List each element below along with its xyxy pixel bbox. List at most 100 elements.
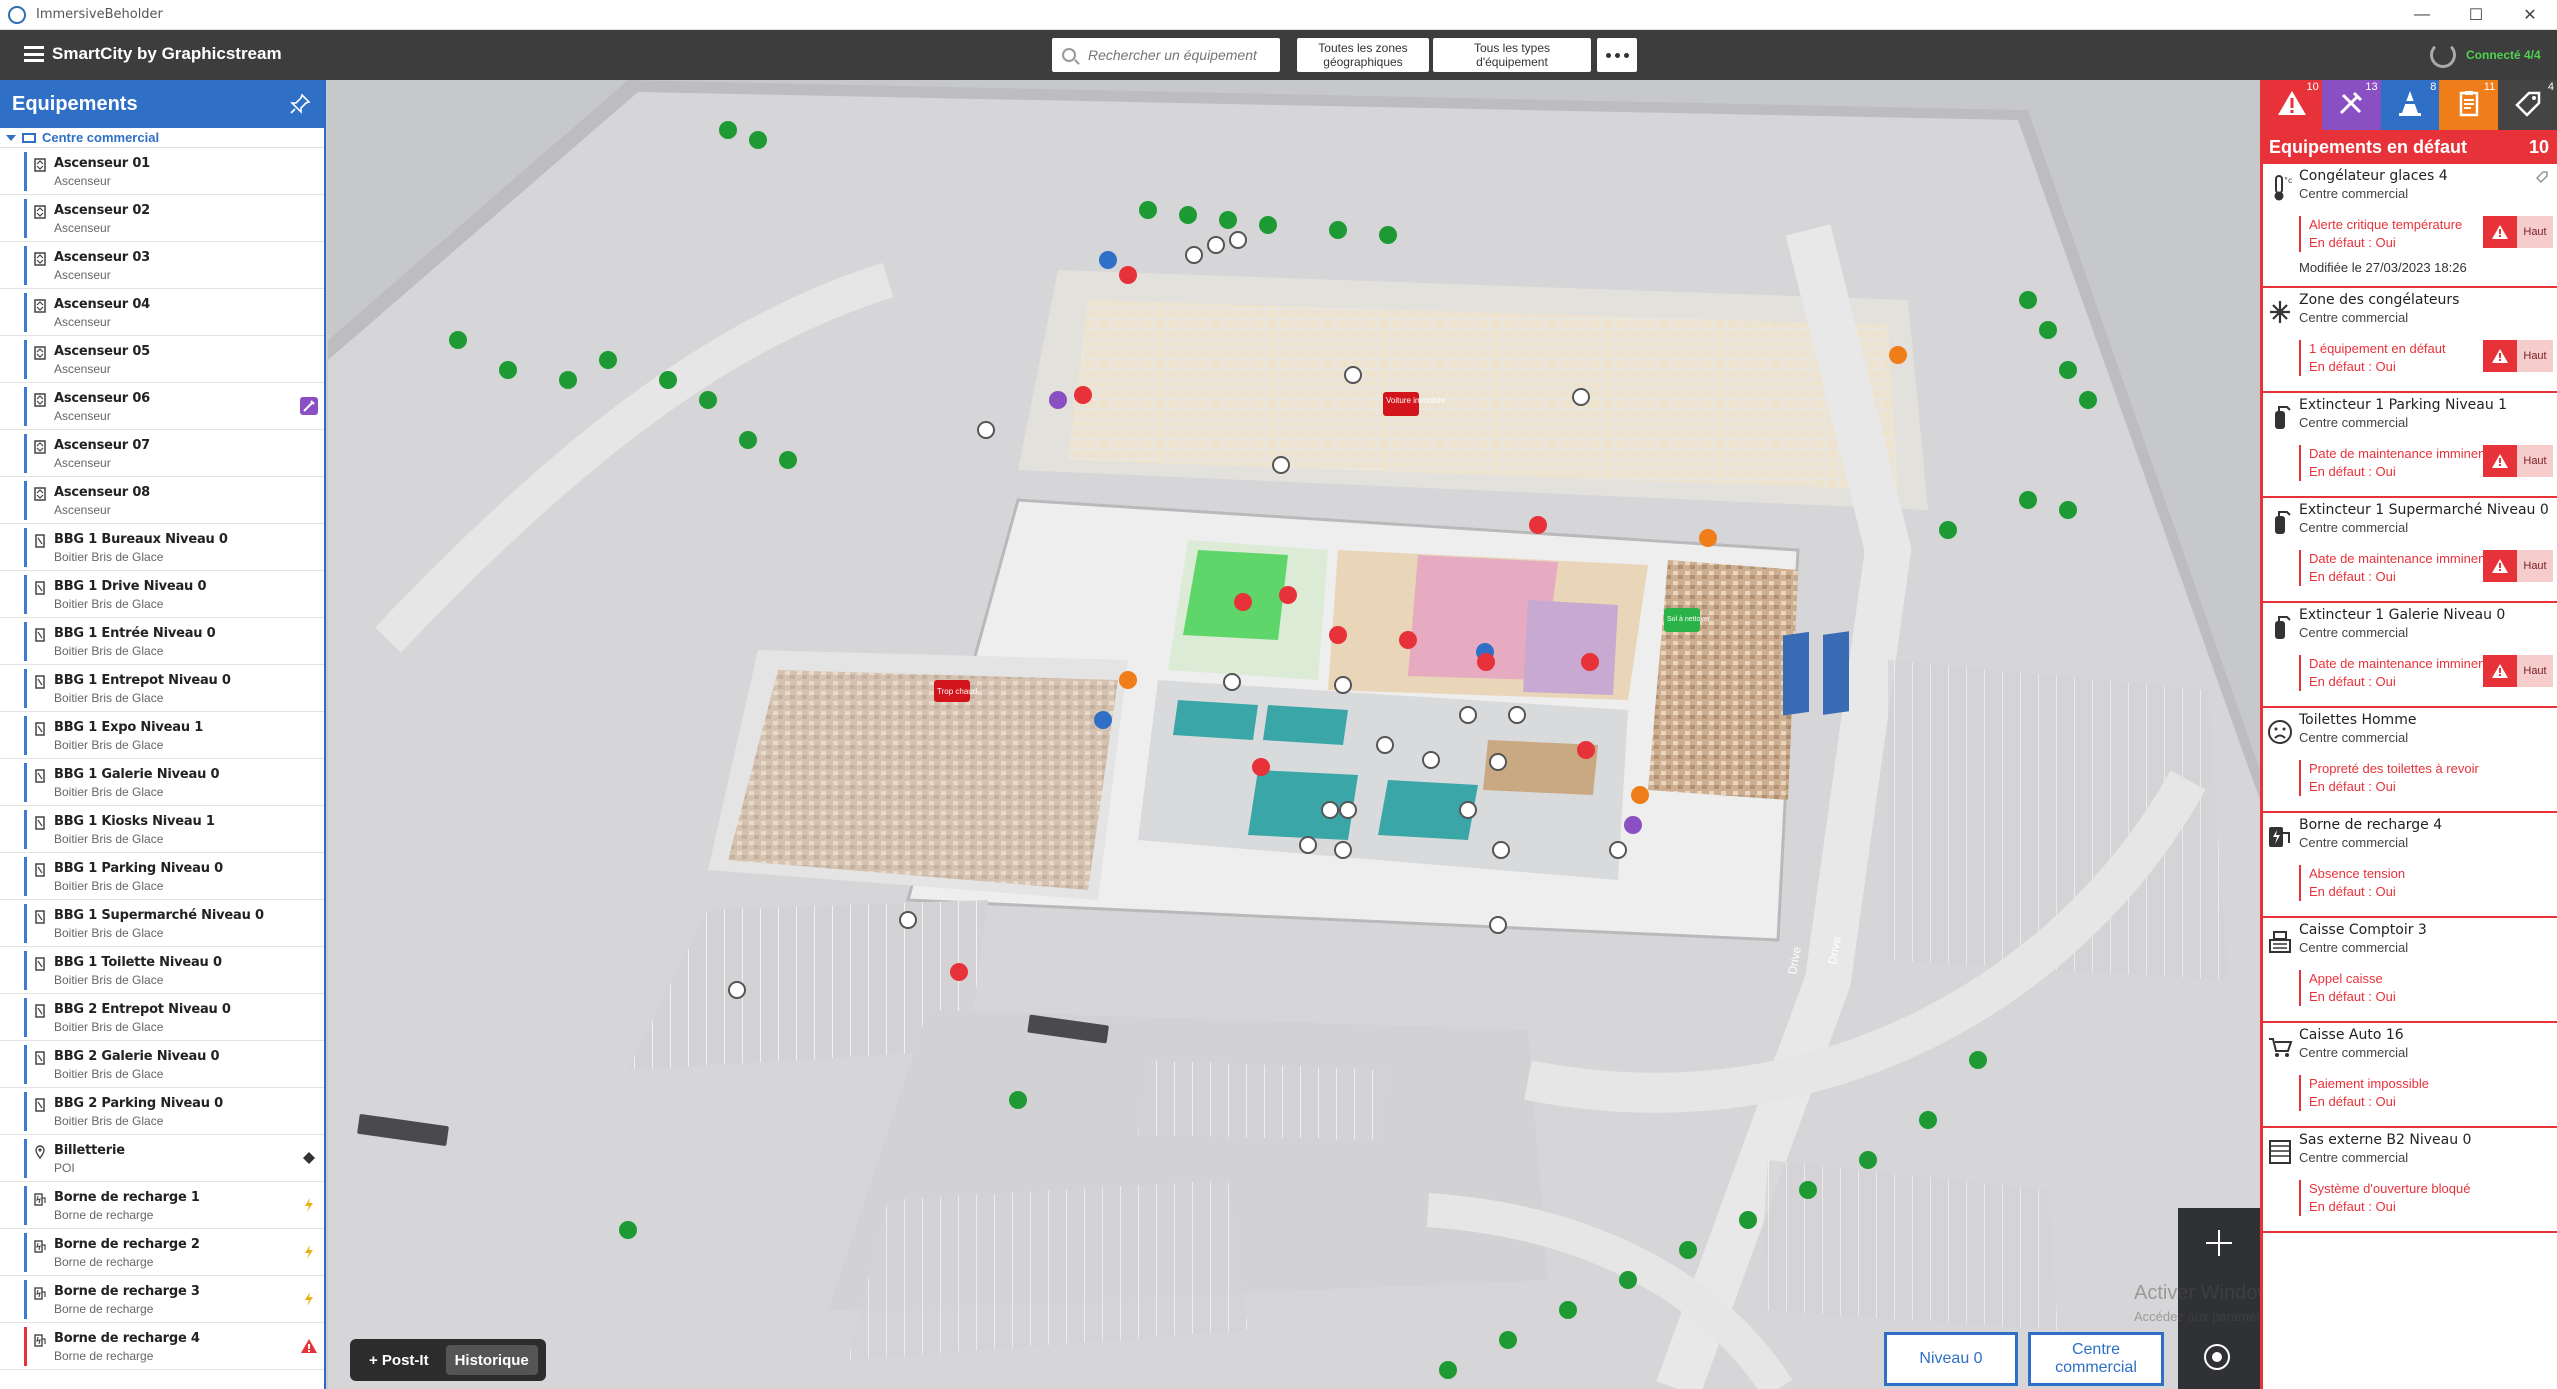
equipment-name: BBG 1 Expo Niveau 1	[54, 720, 204, 735]
equipment-name: Borne de recharge 3	[54, 1284, 200, 1299]
alert-item[interactable]: Caisse Auto 16 Centre commercial Paiement …	[2263, 1023, 2557, 1128]
status-bar	[24, 810, 27, 849]
cone-icon	[2395, 89, 2425, 122]
alert-item[interactable]: Extincteur 1 Galerie Niveau 0 Centre comm…	[2263, 603, 2557, 708]
equipment-list-item[interactable]: Ascenseur 07 Ascenseur	[0, 430, 324, 477]
equipment-type: Boitier Bris de Glace	[54, 926, 164, 940]
types-filter-label-2: d'équipement	[1476, 55, 1548, 69]
equipment-list-item[interactable]: Ascenseur 04 Ascenseur	[0, 289, 324, 336]
equipment-list-item[interactable]: Borne de recharge 1 Borne de recharge	[0, 1182, 324, 1229]
tab-tag[interactable]: 4	[2498, 80, 2557, 130]
maximize-button[interactable]: ☐	[2449, 0, 2503, 30]
equipment-list-item[interactable]: Ascenseur 08 Ascenseur	[0, 477, 324, 524]
search-box[interactable]	[1052, 38, 1280, 72]
alert-item[interactable]: Sas externe B2 Niveau 0 Centre commercial…	[2263, 1128, 2557, 1233]
equipment-list-item[interactable]: Ascenseur 05 Ascenseur	[0, 336, 324, 383]
equipment-list-item[interactable]: BBG 2 Parking Niveau 0 Boitier Bris de Gl…	[0, 1088, 324, 1135]
bolt-icon[interactable]	[300, 1290, 318, 1308]
recenter-icon[interactable]	[2204, 1344, 2230, 1370]
zone-label-2: commercial	[2055, 1359, 2137, 1376]
status-bar	[24, 246, 27, 285]
map-3d-view[interactable]: Drive Drive Voiture immobile Trop chaud …	[328, 80, 2260, 1389]
equipment-list-item[interactable]: Ascenseur 02 Ascenseur	[0, 195, 324, 242]
equipment-list-item[interactable]: BBG 1 Expo Niveau 1 Boitier Bris de Glace	[0, 712, 324, 759]
ticket-icon[interactable]	[300, 1149, 318, 1167]
equipment-type: Boitier Bris de Glace	[54, 1067, 164, 1081]
status-bar	[24, 387, 27, 426]
tool-icon[interactable]	[300, 397, 318, 415]
zones-filter-label-1: Toutes les zones	[1318, 41, 1408, 55]
equipment-list-item[interactable]: BBG 1 Bureaux Niveau 0 Boitier Bris de Gl…	[0, 524, 324, 571]
tab-cone[interactable]: 8	[2380, 80, 2440, 130]
historique-button[interactable]: Historique	[445, 1345, 538, 1375]
equipment-list-item[interactable]: BBG 1 Toilette Niveau 0 Boitier Bris de G…	[0, 947, 324, 994]
alert-message: Date de maintenance imminente	[2309, 551, 2491, 566]
alert-equipment-name: Caisse Auto 16	[2299, 1027, 2404, 1043]
priority-badge[interactable]: Haut	[2483, 340, 2553, 372]
alert-location: Centre commercial	[2299, 520, 2409, 535]
elevator-icon	[34, 487, 46, 501]
equipment-list-item[interactable]: BBG 1 Galerie Niveau 0 Boitier Bris de Gl…	[0, 759, 324, 806]
status-bar	[24, 1092, 27, 1131]
equipment-list-item[interactable]: Borne de recharge 3 Borne de recharge	[0, 1276, 324, 1323]
menu-icon[interactable]	[24, 46, 44, 62]
bolt-icon[interactable]	[300, 1196, 318, 1214]
equipment-list-item[interactable]: Borne de recharge 2 Borne de recharge	[0, 1229, 324, 1276]
alert-marker	[2299, 760, 2301, 796]
alerts-panel: 10 13 8 11 4 Equipements en défaut 10 °c Cong…	[2260, 80, 2557, 1389]
zone-button[interactable]: Centre commercial	[2028, 1332, 2164, 1386]
status-bar	[24, 575, 27, 614]
tab-clipboard[interactable]: 11	[2439, 80, 2499, 130]
close-button[interactable]: ✕	[2503, 0, 2557, 30]
more-options-button[interactable]	[1597, 38, 1637, 72]
alert-default-status: En défaut : Oui	[2309, 359, 2396, 374]
alert-icon[interactable]	[300, 1337, 318, 1355]
alert-item[interactable]: Extincteur 1 Parking Niveau 1 Centre comm…	[2263, 393, 2557, 498]
equipment-list-item[interactable]: BBG 1 Entrée Niveau 0 Boitier Bris de Gla…	[0, 618, 324, 665]
priority-badge[interactable]: Haut	[2483, 655, 2553, 687]
alert-item[interactable]: Extincteur 1 Supermarché Niveau 0 Centre …	[2263, 498, 2557, 603]
glass-icon	[34, 1098, 46, 1112]
priority-badge[interactable]: Haut	[2483, 550, 2553, 582]
equipment-list-item[interactable]: BBG 1 Parking Niveau 0 Boitier Bris de Gl…	[0, 853, 324, 900]
equipment-list-item[interactable]: BBG 1 Kiosks Niveau 1 Boitier Bris de Gla…	[0, 806, 324, 853]
equipment-list-item[interactable]: Ascenseur 01 Ascenseur	[0, 148, 324, 195]
search-input[interactable]	[1088, 47, 1268, 63]
tag-icon[interactable]	[2535, 170, 2549, 184]
equipment-list-item[interactable]: BBG 1 Entrepot Niveau 0 Boitier Bris de G…	[0, 665, 324, 712]
map-canvas[interactable]: Drive Drive Voiture immobile Trop chaud …	[328, 80, 2260, 1389]
pin-icon[interactable]	[288, 92, 312, 116]
alert-item[interactable]: Toilettes Homme Centre commercial Propreté…	[2263, 708, 2557, 813]
equipment-list-item[interactable]: Borne de recharge 4 Borne de recharge	[0, 1323, 324, 1370]
equipment-list-item[interactable]: Ascenseur 06 Ascenseur	[0, 383, 324, 430]
alert-equipment-name: Toilettes Homme	[2299, 712, 2417, 728]
alert-item[interactable]: Zone des congélateurs Centre commercial 1 …	[2263, 288, 2557, 393]
status-bar	[24, 528, 27, 567]
alert-item[interactable]: Borne de recharge 4 Centre commercial Abse…	[2263, 813, 2557, 918]
equipment-list-item[interactable]: Billetterie POI	[0, 1135, 324, 1182]
equipment-list-item[interactable]: Ascenseur 03 Ascenseur	[0, 242, 324, 289]
equipment-name: Ascenseur 08	[54, 485, 151, 500]
equipment-list-item[interactable]: BBG 1 Drive Niveau 0 Boitier Bris de Glac…	[0, 571, 324, 618]
sad-icon	[2267, 718, 2293, 746]
equipment-list-item[interactable]: BBG 1 Supermarché Niveau 0 Boitier Bris d…	[0, 900, 324, 947]
tab-warning[interactable]: 10	[2263, 80, 2322, 130]
zones-filter-button[interactable]: Toutes les zones géographiques	[1297, 38, 1429, 72]
priority-badge[interactable]: Haut	[2483, 216, 2553, 248]
level-button[interactable]: Niveau 0	[1884, 1332, 2018, 1386]
status-bar	[24, 857, 27, 896]
types-filter-button[interactable]: Tous les types d'équipement	[1433, 38, 1591, 72]
group-centre-commercial[interactable]: Centre commercial	[0, 128, 324, 148]
alert-item[interactable]: °c Congélateur glaces 4 Centre commercial A…	[2263, 164, 2557, 288]
zoom-in-icon[interactable]	[2206, 1230, 2232, 1256]
equipment-name: BBG 1 Galerie Niveau 0	[54, 767, 220, 782]
minimize-button[interactable]: —	[2395, 0, 2449, 30]
equipment-type: Boitier Bris de Glace	[54, 644, 164, 658]
alert-item[interactable]: Caisse Comptoir 3 Centre commercial Appel …	[2263, 918, 2557, 1023]
equipment-list-item[interactable]: BBG 2 Galerie Niveau 0 Boitier Bris de Gl…	[0, 1041, 324, 1088]
postit-button[interactable]: + Post-It	[360, 1345, 438, 1375]
equipment-list-item[interactable]: BBG 2 Entrepot Niveau 0 Boitier Bris de G…	[0, 994, 324, 1041]
priority-badge[interactable]: Haut	[2483, 445, 2553, 477]
bolt-icon[interactable]	[300, 1243, 318, 1261]
tab-tools[interactable]: 13	[2321, 80, 2381, 130]
